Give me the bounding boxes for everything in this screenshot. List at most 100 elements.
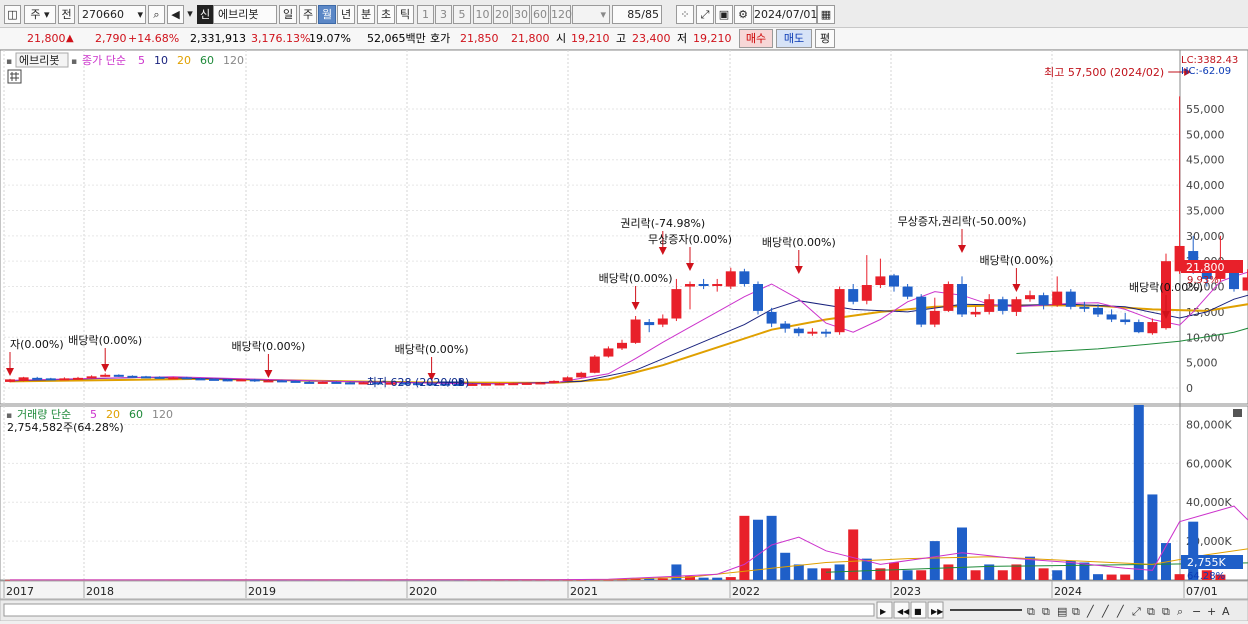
- tool-icon-7: ⤢: [1132, 605, 1141, 618]
- chart-area[interactable]: 05,00010,00015,00020,00025,00030,00035,0…: [0, 49, 1248, 622]
- interval-button-5[interactable]: 5: [453, 5, 471, 24]
- candle: [113, 374, 124, 377]
- period-tab-6[interactable]: 틱: [396, 5, 414, 24]
- chevron-down-icon: ▾: [600, 8, 606, 21]
- event-annotation: 배당락(0.00%): [231, 340, 305, 353]
- period-tab-4[interactable]: 분: [357, 5, 375, 24]
- price-volume-chart[interactable]: 05,00010,00015,00020,00025,00030,00035,0…: [0, 49, 1248, 622]
- interval-button-1[interactable]: 1: [417, 5, 434, 24]
- max-note: 최고 57,500 (2024/02): [1044, 66, 1164, 79]
- candle: [127, 375, 138, 378]
- candle: [1065, 291, 1076, 307]
- ask: 21,800: [511, 32, 550, 45]
- draw-tool-icon[interactable]: ⤢: [696, 5, 714, 24]
- low: 19,210: [693, 32, 732, 45]
- candle: [943, 284, 954, 311]
- type-select[interactable]: 주 ▾: [24, 5, 56, 24]
- candle: [685, 284, 695, 287]
- stock-name[interactable]: 에브리봇: [213, 5, 277, 24]
- count-value: 85: [627, 8, 642, 21]
- tool-icon-13: A: [1222, 605, 1230, 618]
- candle: [657, 318, 668, 325]
- search-icon[interactable]: ⌕: [148, 5, 165, 24]
- candle: [494, 383, 505, 386]
- interval-button-3[interactable]: 3: [435, 5, 452, 24]
- candle: [739, 271, 750, 285]
- interval-select[interactable]: ▾: [572, 5, 610, 24]
- chevron-down-icon[interactable]: ▾: [185, 5, 195, 24]
- candle: [209, 378, 219, 381]
- low-label: 저: [677, 32, 688, 45]
- gear-icon[interactable]: ⚙: [734, 5, 752, 24]
- candle: [168, 377, 179, 380]
- candle: [766, 311, 777, 324]
- code-input[interactable]: 270660 ▾: [78, 5, 146, 24]
- interval-button-10[interactable]: 10: [473, 5, 492, 24]
- volume-bar: [997, 570, 1008, 580]
- candle: [222, 379, 233, 382]
- candle: [630, 319, 641, 343]
- chevron-down-icon[interactable]: ▾: [137, 6, 143, 23]
- interval-button-20[interactable]: 20: [493, 5, 511, 24]
- ma-legend-60: 60: [200, 54, 214, 67]
- nav-icon-2: ■: [914, 607, 922, 616]
- sell-button[interactable]: 매도: [776, 29, 812, 48]
- volume-bar: [1093, 574, 1103, 580]
- current-volume-pct: 64.28%: [1187, 571, 1225, 582]
- volume: 2,331,913: [190, 32, 246, 45]
- new-badge: 신: [197, 5, 213, 24]
- volume-bar: [1038, 568, 1049, 580]
- price-legend-label: 종가 단순: [82, 54, 126, 67]
- speaker-icon[interactable]: ◀: [167, 5, 184, 24]
- open: 19,210: [571, 32, 610, 45]
- volume-ma-legend-60: 60: [129, 408, 143, 421]
- candle: [848, 289, 859, 302]
- candle: [861, 285, 872, 301]
- period-tab-3[interactable]: 년: [337, 5, 355, 24]
- eval-button[interactable]: 평: [815, 29, 835, 48]
- tool-icon-9: ⧉: [1162, 605, 1170, 618]
- candle: [195, 378, 206, 381]
- candle: [793, 328, 804, 334]
- period-tab-1[interactable]: 주: [299, 5, 317, 24]
- date-field[interactable]: 2024/07/01: [753, 5, 817, 24]
- save-icon[interactable]: ▣: [715, 5, 733, 24]
- stock-name-label: 에브리봇: [19, 54, 59, 67]
- volume-bar: [1133, 405, 1144, 580]
- candle: [984, 299, 995, 312]
- current-price-label: 21,800: [1186, 261, 1225, 274]
- candle: [834, 289, 845, 333]
- scrollbar-track: [3, 603, 875, 617]
- interval-button-60[interactable]: 60: [531, 5, 549, 24]
- interval-button-120[interactable]: 120: [550, 5, 572, 24]
- period-tab-2[interactable]: 월: [318, 5, 336, 24]
- x-axis-label: 2024: [1054, 585, 1082, 598]
- x-axis-label: 2023: [893, 585, 921, 598]
- candle: [154, 376, 165, 379]
- count-field[interactable]: 85/85: [612, 5, 662, 24]
- volume-bar: [793, 564, 804, 580]
- current-volume-label: 2,755K: [1187, 556, 1226, 569]
- window-menu-icon[interactable]: ◫: [4, 5, 21, 24]
- price: 21,800: [27, 32, 66, 45]
- x-axis-label: 2018: [86, 585, 114, 598]
- candle: [916, 296, 927, 325]
- candle: [929, 310, 940, 325]
- nav-icon-0: ▶: [880, 607, 887, 616]
- compare-icon[interactable]: ⁘: [676, 5, 694, 24]
- volume-bar: [1120, 574, 1131, 580]
- period-tab-0[interactable]: 일: [279, 5, 297, 24]
- interval-button-30[interactable]: 30: [512, 5, 530, 24]
- prev-button[interactable]: 전: [58, 5, 75, 24]
- up-arrow-icon: ▲: [66, 33, 74, 44]
- volume-bar: [902, 570, 913, 580]
- volume-value-text: 2,754,582주(64.28%): [7, 421, 124, 434]
- volume-ma-legend-120: 120: [152, 408, 173, 421]
- buy-button[interactable]: 매수: [739, 29, 773, 48]
- calendar-icon[interactable]: ▦: [817, 5, 835, 24]
- candle: [1093, 307, 1103, 315]
- x-axis-label: 2017: [6, 585, 34, 598]
- ma-legend-120: 120: [223, 54, 244, 67]
- candle: [821, 331, 831, 334]
- period-tab-5[interactable]: 초: [377, 5, 395, 24]
